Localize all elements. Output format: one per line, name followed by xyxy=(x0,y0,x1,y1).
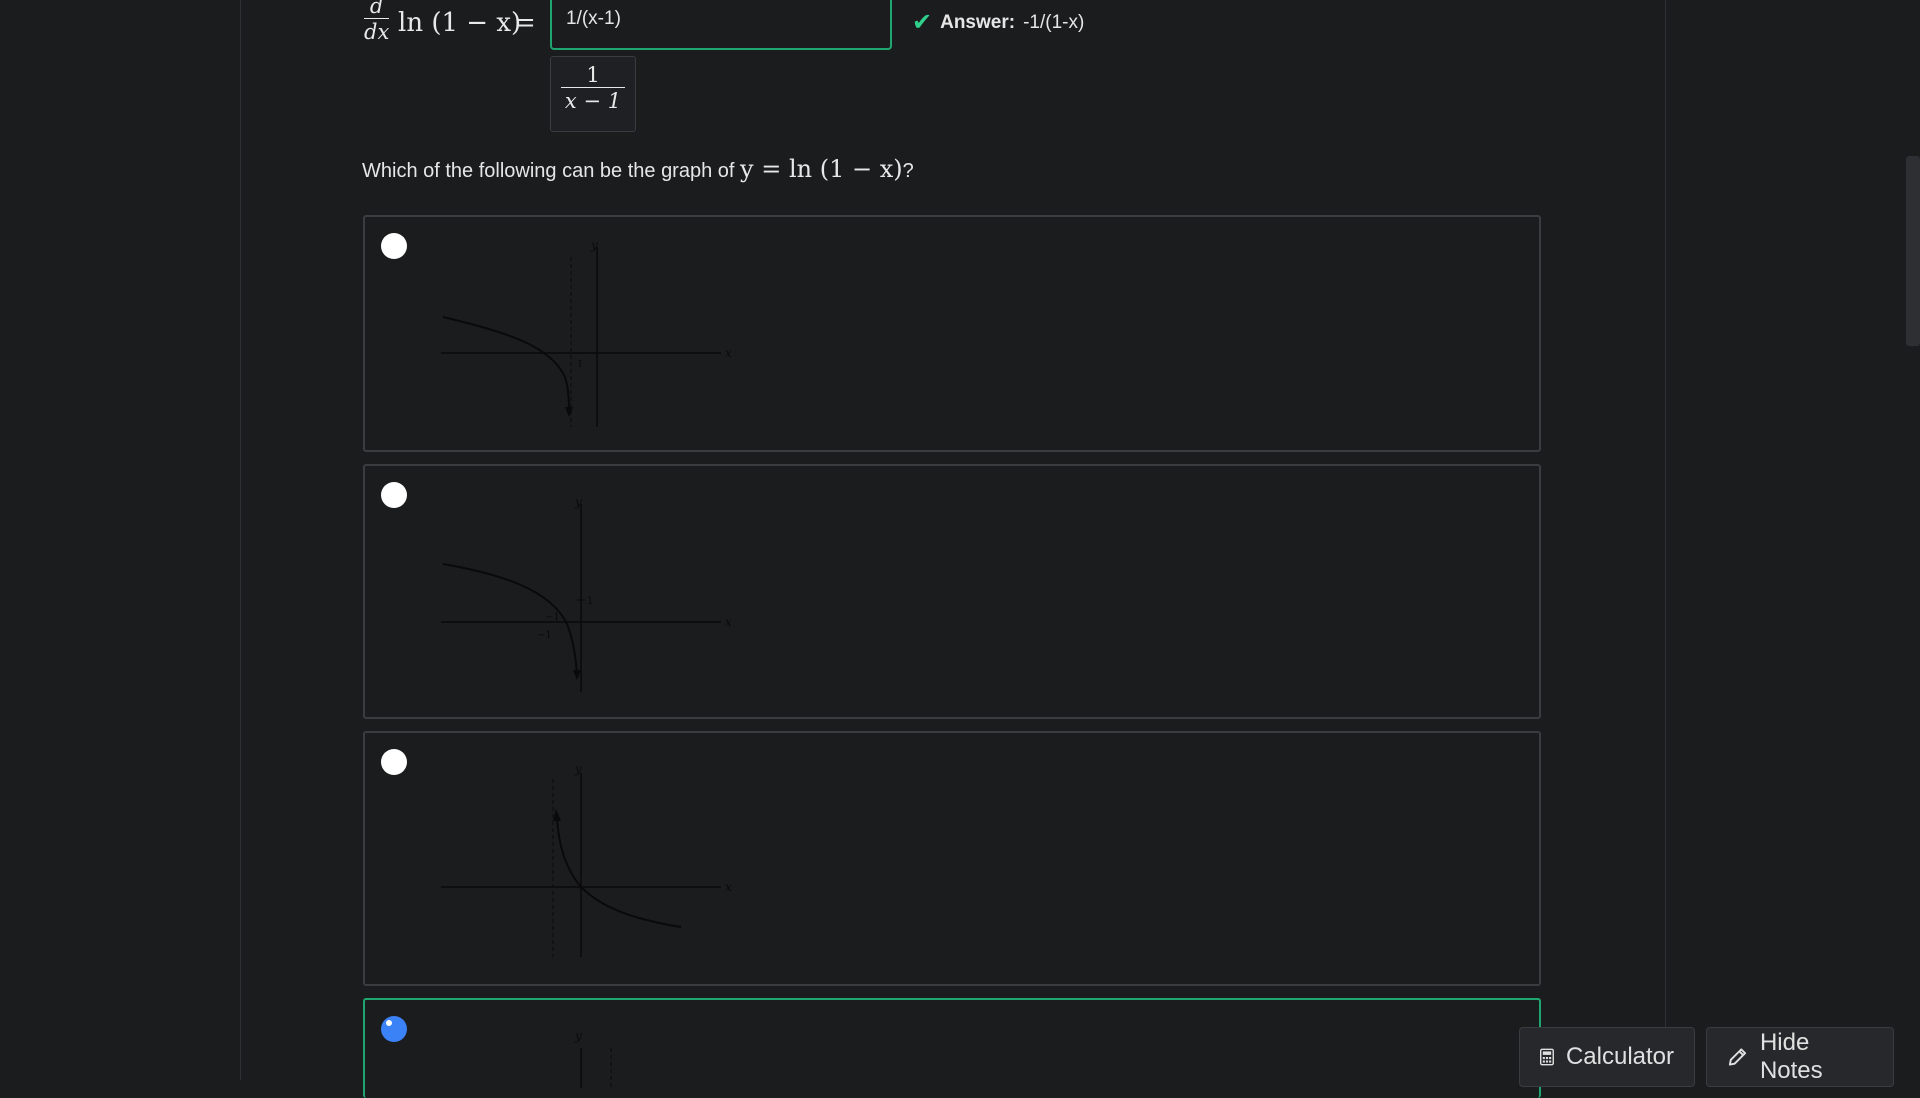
choice-option-4[interactable]: y xyxy=(363,998,1541,1098)
answer-label: Answer: xyxy=(940,12,1016,33)
choice-2-tick-label-1: 1 xyxy=(587,596,593,607)
choice-option-2[interactable]: y x 1 −1 −1 xyxy=(363,464,1541,719)
preview-numerator: 1 xyxy=(586,63,600,87)
choice-1-x-label: x xyxy=(725,346,732,360)
checkmark-icon: ✔ xyxy=(912,9,933,36)
radio-button-2[interactable] xyxy=(381,482,407,508)
choice-4-y-label: y xyxy=(574,1029,582,1043)
choice-graph-2: y x 1 −1 −1 xyxy=(441,495,732,692)
choice-2-tick-label-3: −1 xyxy=(537,630,552,641)
choice-3-y-label: y xyxy=(574,762,582,776)
calculator-icon xyxy=(1540,1048,1554,1066)
choice-option-3[interactable]: y x xyxy=(363,731,1541,986)
choice-1-tick-label: 1 xyxy=(577,359,583,370)
pencil-icon xyxy=(1728,1048,1747,1066)
question-text: Which of the following can be the graph … xyxy=(362,155,914,183)
derivative-function: ln (1 − x) xyxy=(398,8,522,38)
math-preview: 1 x − 1 xyxy=(550,56,636,132)
choice-graph-1: y x 1 xyxy=(441,238,732,427)
equals-sign: = xyxy=(514,8,536,38)
radio-button-3[interactable] xyxy=(381,749,407,775)
hide-notes-button[interactable]: Hide Notes xyxy=(1706,1027,1894,1087)
preview-denominator: x − 1 xyxy=(564,89,622,113)
calculator-button[interactable]: Calculator xyxy=(1519,1027,1695,1087)
choice-1-y-label: y xyxy=(590,238,598,252)
choice-3-x-label: x xyxy=(725,880,732,894)
derivative-dx: dx xyxy=(364,20,390,44)
derivative-operator: d dx xyxy=(364,0,390,45)
answer-feedback: ✔ Answer: -1/(1-x) xyxy=(912,9,1085,36)
question-prefix: Which of the following can be the graph … xyxy=(362,160,741,182)
choice-option-1[interactable]: y x 1 xyxy=(363,215,1541,452)
question-math: y = ln (1 − x) xyxy=(740,155,903,183)
calculator-label: Calculator xyxy=(1565,1043,1674,1070)
choice-2-tick-label-2: −1 xyxy=(545,612,560,623)
choice-graph-4: y xyxy=(574,1029,612,1088)
derivative-d: d xyxy=(369,0,384,18)
answer-value: -1/(1-x) xyxy=(1023,12,1085,33)
derivative-answer-input[interactable]: 1/(x-1) xyxy=(550,0,892,50)
choice-graph-3: y x xyxy=(441,762,732,957)
choice-2-x-label: x xyxy=(725,615,732,629)
scrollbar-thumb[interactable] xyxy=(1906,156,1920,346)
hide-notes-label: Hide Notes xyxy=(1759,1029,1823,1084)
radio-button-4-selected[interactable] xyxy=(381,1016,407,1042)
choice-2-y-label: y xyxy=(574,495,582,509)
radio-button-1[interactable] xyxy=(381,233,407,259)
question-suffix: ? xyxy=(902,160,914,182)
